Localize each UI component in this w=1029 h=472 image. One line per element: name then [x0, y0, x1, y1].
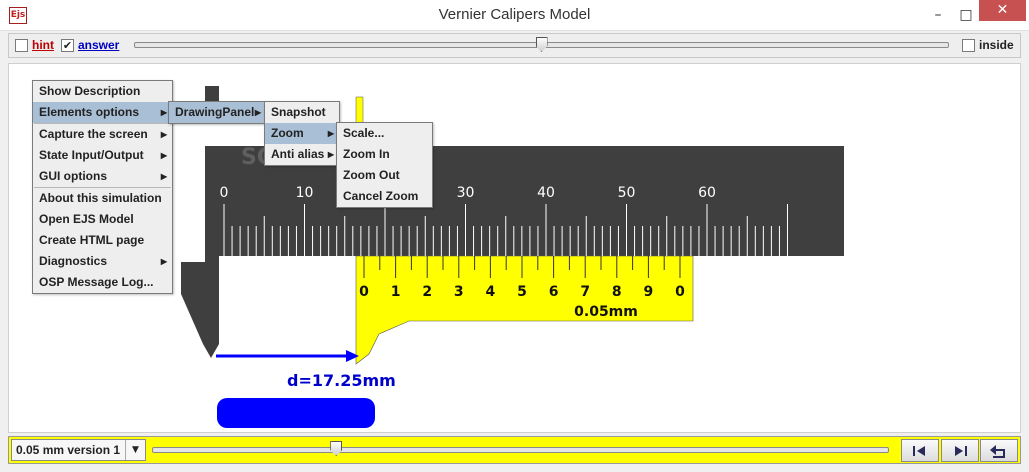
menu-item-scale[interactable]: Scale...	[337, 123, 432, 144]
answer-checkbox[interactable]: ✔	[61, 39, 74, 52]
menu-item-label: Create HTML page	[39, 233, 145, 247]
main-scale-label: 0	[220, 185, 229, 201]
menu-item-show-description[interactable]: Show Description	[33, 81, 172, 102]
chevron-right-icon: ▶	[327, 150, 334, 159]
menu-item-state-input-output[interactable]: State Input/Output ▶	[33, 145, 172, 166]
menu-item-about-this-simulation[interactable]: About this simulation	[33, 188, 172, 209]
bottom-control-bar: 0.05 mm version 1 ▼	[8, 436, 1021, 464]
step-forward-icon	[955, 446, 967, 456]
time-slider-thumb[interactable]	[330, 441, 343, 456]
menu-item-zoom-out[interactable]: Zoom Out	[337, 165, 432, 186]
step-forward-button[interactable]	[941, 439, 979, 462]
elements-submenu: DrawingPanel ▶	[168, 101, 267, 124]
inside-label[interactable]: inside	[979, 38, 1014, 52]
version-select-value: 0.05 mm version 1	[16, 443, 121, 457]
main-scale-label: 50	[618, 185, 636, 201]
vernier-scale-label: 6	[549, 284, 559, 300]
step-back-button[interactable]	[901, 439, 939, 462]
maximize-button[interactable]: □	[952, 0, 980, 31]
menu-item-diagnostics[interactable]: Diagnostics ▶	[33, 251, 172, 272]
menu-item-label: Zoom In	[343, 147, 390, 161]
menu-item-drawingpanel[interactable]: DrawingPanel ▶	[169, 102, 266, 123]
menu-item-label: Capture the screen	[39, 127, 148, 141]
menu-item-label: Open EJS Model	[39, 212, 134, 226]
vernier-scale-label: 1	[391, 284, 401, 300]
menu-item-label: OSP Message Log...	[39, 275, 154, 289]
minimize-button[interactable]: –	[924, 0, 952, 31]
main-scale-label: 40	[537, 185, 555, 201]
chevron-right-icon: ▶	[160, 130, 167, 139]
menu-item-capture-the-screen[interactable]: Capture the screen ▶	[33, 124, 172, 145]
vernier-scale-label: 9	[644, 284, 654, 300]
menu-item-cancel-zoom[interactable]: Cancel Zoom	[337, 186, 432, 207]
chevron-right-icon: ▶	[160, 108, 167, 117]
menu-item-elements-options[interactable]: Elements options ▶	[33, 102, 172, 123]
menu-item-label: Show Description	[39, 84, 141, 98]
vernier-scale-label: 5	[517, 284, 527, 300]
vernier-scale-label: 2	[422, 284, 432, 300]
measurement-readout: d=17.25mm	[287, 371, 396, 390]
answer-label[interactable]: answer	[78, 38, 119, 52]
chevron-right-icon: ▶	[160, 151, 167, 160]
vernier-scale-label: 8	[612, 284, 622, 300]
zoom-submenu: Scale... Zoom In Zoom Out Cancel Zoom	[336, 122, 433, 208]
chevron-right-icon: ▶	[327, 129, 334, 138]
menu-item-label: Zoom	[271, 126, 304, 140]
window-title: Vernier Calipers Model	[438, 6, 591, 23]
drawingpanel-submenu: Snapshot Zoom ▶ Anti alias ▶	[264, 101, 340, 166]
vernier-unit-label: 0.05mm	[574, 304, 638, 320]
close-button[interactable]: ✕	[979, 0, 1026, 21]
inside-checkbox[interactable]	[962, 39, 975, 52]
menu-item-label: GUI options	[39, 169, 107, 183]
vernier-scale-label: 3	[454, 284, 464, 300]
menu-item-zoom[interactable]: Zoom ▶	[265, 123, 339, 144]
reset-button[interactable]	[980, 439, 1018, 462]
reset-icon	[990, 445, 1005, 458]
position-slider-thumb[interactable]	[535, 37, 548, 52]
hint-label[interactable]: hint	[32, 38, 54, 52]
step-back-icon	[913, 446, 925, 456]
menu-item-create-html-page[interactable]: Create HTML page	[33, 230, 172, 251]
menu-item-label: Diagnostics	[39, 254, 108, 268]
vernier-scale-label: 0	[359, 284, 369, 300]
vernier-scale-label: 7	[580, 284, 590, 300]
menu-item-label: State Input/Output	[39, 148, 144, 162]
top-control-bar: hint ✔ answer inside	[8, 33, 1021, 58]
menu-item-anti-alias[interactable]: Anti alias ▶	[265, 144, 339, 165]
main-scale-label: 30	[457, 185, 475, 201]
menu-item-label: About this simulation	[39, 191, 162, 205]
main-scale-label: 60	[698, 185, 716, 201]
menu-item-label: Snapshot	[271, 105, 326, 119]
version-select[interactable]: 0.05 mm version 1 ▼	[11, 439, 146, 461]
menu-item-label: DrawingPanel	[175, 105, 255, 119]
menu-item-snapshot[interactable]: Snapshot	[265, 102, 339, 123]
vernier-slide	[355, 255, 694, 365]
menu-item-label: Cancel Zoom	[343, 189, 419, 203]
context-menu: Show Description Elements options ▶ Capture…	[32, 80, 173, 294]
menu-item-label: Anti alias	[271, 147, 325, 161]
menu-item-open-ejs-model[interactable]: Open EJS Model	[33, 209, 172, 230]
menu-item-label: Elements options	[39, 105, 140, 119]
chevron-right-icon: ▶	[160, 172, 167, 181]
menu-item-osp-message-log[interactable]: OSP Message Log...	[33, 272, 172, 293]
menu-item-label: Scale...	[343, 126, 385, 140]
measured-object[interactable]	[217, 398, 375, 428]
vernier-scale-label: 4	[486, 284, 496, 300]
menu-item-label: Zoom Out	[343, 168, 400, 182]
title-bar: Ejs Vernier Calipers Model – □ ✕	[0, 0, 1029, 31]
menu-item-zoom-in[interactable]: Zoom In	[337, 144, 432, 165]
chevron-right-icon: ▶	[160, 257, 167, 266]
vernier-scale-label: 0	[675, 284, 685, 300]
chevron-right-icon: ▶	[254, 108, 261, 117]
main-scale-label: 10	[296, 185, 314, 201]
chevron-down-icon[interactable]: ▼	[125, 440, 145, 460]
time-slider-track[interactable]	[152, 447, 889, 453]
hint-checkbox[interactable]	[15, 39, 28, 52]
menu-item-gui-options[interactable]: GUI options ▶	[33, 166, 172, 187]
